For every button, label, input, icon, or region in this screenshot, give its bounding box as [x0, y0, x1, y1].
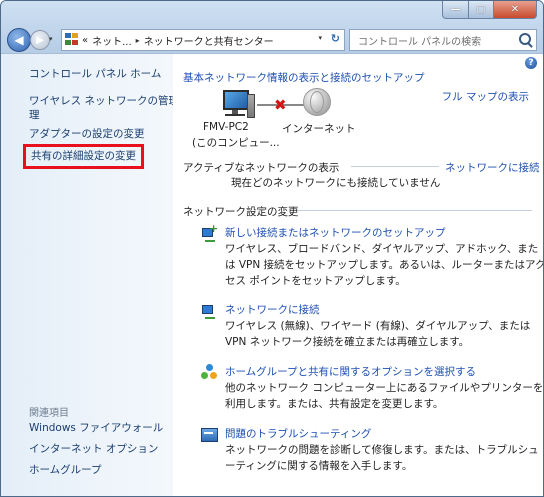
minimize-icon: —: [450, 4, 461, 15]
breadcrumb-network-center[interactable]: ネットワークと共有センター: [144, 33, 274, 48]
network-connect-icon: [201, 302, 217, 319]
window: — □ ✕ ◀ ▶ ▾ « ネット... ▸ ネットワークと共有センター ▾ ↻…: [0, 0, 544, 497]
connect-to-network-link[interactable]: ネットワークに接続: [445, 160, 540, 175]
sidebar-item-firewall[interactable]: Windows ファイアウォール: [29, 421, 163, 436]
search-icon[interactable]: [519, 33, 531, 45]
internet-label: インターネット: [282, 123, 356, 135]
sidebar-item-adapter-settings[interactable]: アダプターの設定の変更: [29, 127, 145, 142]
see-also-heading: 関連項目: [29, 408, 69, 419]
close-icon: ✕: [510, 4, 520, 15]
back-arrow-icon: ◀: [14, 33, 24, 47]
change-settings-label: ネットワーク設定の変更: [183, 206, 299, 218]
computer-name: FMV-PC2: [203, 121, 249, 133]
troubleshoot-icon: [201, 426, 218, 442]
troubleshoot-desc: ネットワークの問題を診断して修復します。または、トラブルシューティングに関する情…: [225, 444, 539, 472]
refresh-icon[interactable]: ↻: [331, 32, 340, 45]
sidebar: コントロール パネル ホーム ワイヤレス ネットワークの管理 理 アダプターの設…: [1, 53, 179, 496]
caption-buttons: — □ ✕: [442, 1, 537, 19]
sidebar-item-homegroup[interactable]: ホームグループ: [29, 463, 102, 478]
homegroup-options-link[interactable]: ホームグループと共有に関するオプションを選択する: [225, 364, 476, 379]
sidebar-item-manage-wireless-cont[interactable]: 理: [29, 108, 40, 123]
back-button[interactable]: ◀: [7, 28, 31, 52]
computer-sub: (このコンピュー...: [192, 137, 280, 149]
computer-icon: [221, 90, 255, 118]
setup-connection-link[interactable]: 新しい接続またはネットワークのセットアップ: [225, 225, 446, 240]
disconnected-x-icon: ✖: [274, 96, 287, 114]
address-bar[interactable]: « ネット... ▸ ネットワークと共有センター ▾ ↻: [61, 29, 345, 51]
main-panel: ? 基本ネットワーク情報の表示と接続のセットアップ フル マップの表示 ✖ FM…: [173, 53, 543, 496]
active-network-status: 現在どのネットワークにも接続していません: [231, 177, 441, 189]
forward-button[interactable]: ▶: [30, 30, 50, 50]
globe-icon: [303, 88, 331, 116]
close-button[interactable]: ✕: [494, 1, 537, 19]
homegroup-options-desc: 他のネットワーク コンピューター上にあるファイルやプリンターを利用します。または…: [225, 382, 544, 410]
search-input[interactable]: コントロール パネルの検索: [358, 33, 481, 48]
sidebar-item-internet-options[interactable]: インターネット オプション: [29, 442, 158, 457]
setup-connection-desc: ワイヤレス、ブロードバンド、ダイヤルアップ、アドホック、または VPN 接続をセ…: [225, 243, 544, 287]
maximize-icon: □: [476, 4, 486, 15]
connect-network-link[interactable]: ネットワークに接続: [225, 302, 320, 317]
page-title[interactable]: 基本ネットワーク情報の表示と接続のセットアップ: [183, 70, 425, 85]
search-box[interactable]: コントロール パネルの検索: [349, 29, 537, 51]
sidebar-item-manage-wireless[interactable]: ワイヤレス ネットワークの管理: [29, 94, 179, 109]
control-panel-icon: [65, 33, 79, 47]
sidebar-item-advanced-sharing[interactable]: 共有の詳細設定の変更: [23, 144, 144, 169]
active-networks-label: アクティブなネットワークの表示: [183, 162, 340, 174]
sidebar-item-control-panel-home[interactable]: コントロール パネル ホーム: [29, 67, 161, 82]
minimize-button[interactable]: —: [442, 1, 469, 19]
address-prefix: «: [82, 34, 89, 46]
network-setup-icon: +: [201, 223, 218, 242]
divider: [351, 166, 439, 167]
breadcrumb-network[interactable]: ネット...: [92, 33, 132, 48]
history-dropdown-icon[interactable]: ▾: [49, 35, 57, 43]
troubleshoot-link[interactable]: 問題のトラブルシューティング: [225, 426, 371, 441]
divider: [297, 210, 532, 211]
title-bar: — □ ✕ ◀ ▶ ▾ « ネット... ▸ ネットワークと共有センター ▾ ↻…: [1, 1, 543, 53]
address-dropdown-icon[interactable]: ▾: [318, 34, 322, 42]
breadcrumb-separator-icon[interactable]: ▸: [136, 36, 140, 45]
forward-arrow-icon: ▶: [36, 34, 44, 46]
help-icon[interactable]: ?: [525, 57, 537, 69]
full-map-link[interactable]: フル マップの表示: [442, 89, 529, 104]
homegroup-icon: [201, 364, 217, 380]
connect-network-desc: ワイヤレス (無線)、ワイヤード (有線)、ダイヤルアップ、または VPN ネッ…: [225, 320, 531, 348]
maximize-button[interactable]: □: [469, 1, 494, 19]
